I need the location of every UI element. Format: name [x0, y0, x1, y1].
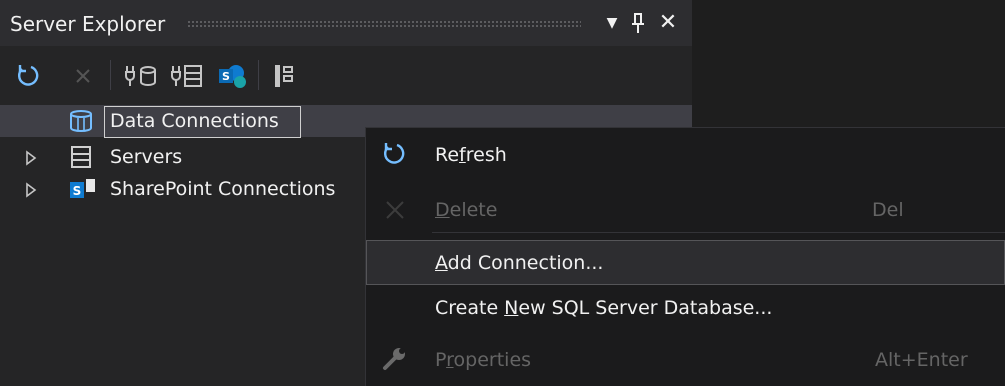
connect-database-icon[interactable] [124, 62, 158, 90]
data-connections-icon [70, 110, 92, 132]
menu-item-label: Add Connection... [435, 252, 604, 274]
tree-view-icon[interactable] [272, 62, 296, 90]
tree-item-label: Data Connections [110, 110, 279, 132]
menu-item-shortcut: Del [872, 199, 904, 221]
menu-item-label: Create New SQL Server Database... [435, 297, 773, 319]
refresh-icon [383, 143, 405, 164]
toolbar-separator [258, 60, 259, 90]
title-bar: Server Explorer ▼ ✕ [0, 0, 692, 46]
menu-item-shortcut: Alt+Enter [875, 349, 968, 371]
menu-separator [432, 232, 1005, 233]
toolbar [0, 46, 692, 98]
delete-icon [386, 201, 404, 219]
refresh-icon[interactable] [14, 62, 42, 90]
toolbar-separator [110, 60, 111, 90]
servers-icon [71, 146, 91, 168]
connect-sharepoint-icon[interactable]: S [216, 62, 250, 90]
tree-item-label: Servers [110, 146, 183, 168]
panel-title: Server Explorer [10, 12, 166, 36]
expand-arrow-icon[interactable] [24, 150, 38, 166]
expand-arrow-icon[interactable] [24, 182, 38, 198]
stop-icon[interactable] [70, 62, 98, 90]
svg-text:S: S [222, 70, 230, 83]
connect-server-icon[interactable] [170, 62, 204, 90]
close-icon[interactable]: ✕ [656, 10, 680, 36]
drag-grip[interactable] [187, 20, 581, 28]
wrench-icon [383, 348, 405, 370]
tree-item-label: SharePoint Connections [110, 178, 336, 200]
menu-item-label: Delete [435, 199, 498, 221]
menu-item-label: Properties [435, 349, 532, 371]
sharepoint-icon: S [70, 179, 95, 198]
screenshot-root: Server Explorer ▼ ✕ S Data Connections S… [0, 0, 1005, 386]
pin-icon[interactable] [626, 10, 650, 36]
svg-text:S: S [73, 184, 82, 198]
window-position-dropdown-icon[interactable]: ▼ [600, 10, 624, 36]
menu-item-label: Refresh [435, 144, 507, 166]
